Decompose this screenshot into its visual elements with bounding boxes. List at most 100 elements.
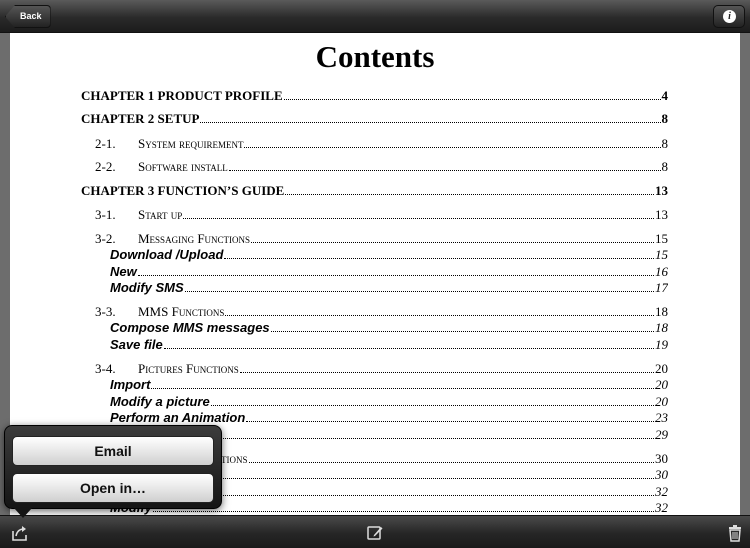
edit-icon[interactable]: [366, 524, 384, 542]
share-icon[interactable]: [11, 524, 29, 542]
toc-page-number: 32: [655, 484, 668, 499]
toc-entry-title: 2-2. Software install: [95, 159, 228, 175]
toc-leader-dots: [283, 90, 661, 100]
toc-entry-title: Compose MMS messages: [110, 320, 270, 335]
toc-entry-title: 3-3. MMS Functions: [95, 304, 224, 320]
bottom-toolbar: [0, 515, 750, 548]
toc-entry[interactable]: Import 20: [110, 377, 668, 393]
back-button[interactable]: Back: [5, 5, 51, 28]
toc-entry[interactable]: Save file 19: [110, 337, 668, 353]
toc-entry-title: Import: [110, 377, 151, 392]
toc-page-number: 18: [655, 304, 668, 319]
toc-entry-title: CHAPTER 2 SETUP: [81, 111, 200, 126]
toc-entry-number: 3-2.: [95, 231, 116, 246]
toc-entry-title: Perform an Animation: [110, 410, 246, 425]
toc-entry-title: Download /Upload: [110, 247, 224, 262]
toc-leader-dots: [251, 233, 654, 243]
toc-entry-label: Pictures Functions: [138, 361, 239, 376]
toc-leader-dots: [270, 322, 654, 332]
toc-page-number: 32: [655, 500, 668, 515]
toc-leader-dots: [183, 209, 654, 219]
toc-leader-dots: [137, 266, 654, 276]
toc-entry[interactable]: Modify SMS 17: [110, 280, 668, 296]
toc-leader-dots: [239, 363, 654, 373]
toc-entry[interactable]: Download /Upload 15: [110, 247, 668, 263]
toc-entry-title: CHAPTER 1 PRODUCT PROFILE: [81, 88, 283, 103]
toc-entry-number: 2-2.: [95, 159, 116, 174]
toc-entry-title: 3-4. Pictures Functions: [95, 361, 239, 377]
info-icon: i: [723, 10, 736, 23]
toc-leader-dots: [200, 113, 661, 123]
page-title: Contents: [315, 39, 435, 74]
toc-page-number: 30: [655, 467, 668, 482]
toc-entry[interactable]: 2-1. System requirement 8: [95, 136, 668, 152]
toc-leader-dots: [210, 396, 654, 406]
toc-leader-dots: [244, 138, 661, 148]
toc-entry-label: Software install: [138, 159, 228, 174]
toc-page-number: 13: [655, 183, 668, 198]
toc-entry[interactable]: 3-4. Pictures Functions 20: [95, 361, 668, 377]
toc-page-number: 15: [655, 247, 668, 262]
toc-page-number: 19: [655, 337, 668, 352]
toc-page-number: 8: [661, 159, 669, 174]
toc-entry-title: Save file: [110, 337, 163, 352]
toc-entry[interactable]: CHAPTER 3 FUNCTION’S GUIDE 13: [81, 183, 668, 199]
toc-entry[interactable]: Compose MMS messages 18: [110, 320, 668, 336]
toc-entry-number: 3-1.: [95, 207, 116, 222]
toc-leader-dots: [151, 469, 654, 479]
toc-page-number: 20: [655, 361, 668, 376]
email-button[interactable]: Email: [12, 436, 214, 466]
toc-entry[interactable]: 3-3. MMS Functions 18: [95, 304, 668, 320]
toc-entry-label: Messaging Functions: [138, 231, 251, 246]
toc-entry-label: MMS Functions: [138, 304, 225, 319]
toc-page-number: 16: [655, 264, 668, 279]
toc-page-number: 17: [655, 280, 668, 295]
toc-entry-title: Modify SMS: [110, 280, 184, 295]
toc-leader-dots: [246, 412, 654, 422]
toc-page-number: 20: [655, 394, 668, 409]
toc-leader-dots: [220, 429, 654, 439]
toc-entry-number: 3-4.: [95, 361, 116, 376]
toc-entry-number: 3-3.: [95, 304, 116, 319]
toc-entry-number: 2-1.: [95, 136, 116, 151]
toc-leader-dots: [184, 282, 654, 292]
toc-entry[interactable]: CHAPTER 2 SETUP 8: [81, 111, 668, 127]
top-toolbar: Back i: [0, 0, 750, 33]
trash-icon[interactable]: [726, 524, 744, 542]
toc-page-number: 15: [655, 231, 668, 246]
toc-page-number: 18: [655, 320, 668, 335]
toc-page-number: 20: [655, 377, 668, 392]
toc-leader-dots: [285, 185, 654, 195]
info-button[interactable]: i: [713, 5, 745, 28]
toc-page-number: 13: [655, 207, 668, 222]
share-popover: Email Open in…: [4, 425, 222, 518]
toc-page-number: 23: [655, 410, 668, 425]
toc-entry-title: CHAPTER 3 FUNCTION’S GUIDE: [81, 183, 285, 198]
open-in-button[interactable]: Open in…: [12, 473, 214, 503]
toc-page-number: 30: [655, 451, 668, 466]
toc-entry[interactable]: 2-2. Software install 8: [95, 159, 668, 175]
toc-page-number: 8: [661, 111, 669, 126]
toc-entry-title: 3-2. Messaging Functions: [95, 231, 250, 247]
toc-entry[interactable]: New 16: [110, 264, 668, 280]
toc-page-number: 4: [661, 88, 669, 103]
toc-entry-title: New: [110, 264, 137, 279]
toc-leader-dots: [152, 502, 654, 512]
toc-entry-label: System requirement: [138, 136, 244, 151]
toc-entry[interactable]: Perform an Animation 23: [110, 410, 668, 426]
toc-entry[interactable]: 3-1. Start up 13: [95, 207, 668, 223]
toc-leader-dots: [248, 453, 654, 463]
toc-entry[interactable]: CHAPTER 1 PRODUCT PROFILE 4: [81, 88, 668, 104]
toc-entry-title: 3-1. Start up: [95, 207, 182, 223]
toc-entry[interactable]: 3-2. Messaging Functions 15: [95, 231, 668, 247]
toc-entry[interactable]: Modify a picture 20: [110, 394, 668, 410]
toc-page-number: 8: [661, 136, 669, 151]
toc-leader-dots: [224, 249, 654, 259]
toc-leader-dots: [228, 161, 661, 171]
toc-entry-label: Start up: [138, 207, 183, 222]
toc-entry-title: Modify a picture: [110, 394, 210, 409]
toc-entry-title: 2-1. System requirement: [95, 136, 243, 152]
toc-leader-dots: [163, 339, 654, 349]
toc-page-number: 29: [655, 427, 668, 442]
toc-leader-dots: [151, 379, 654, 389]
